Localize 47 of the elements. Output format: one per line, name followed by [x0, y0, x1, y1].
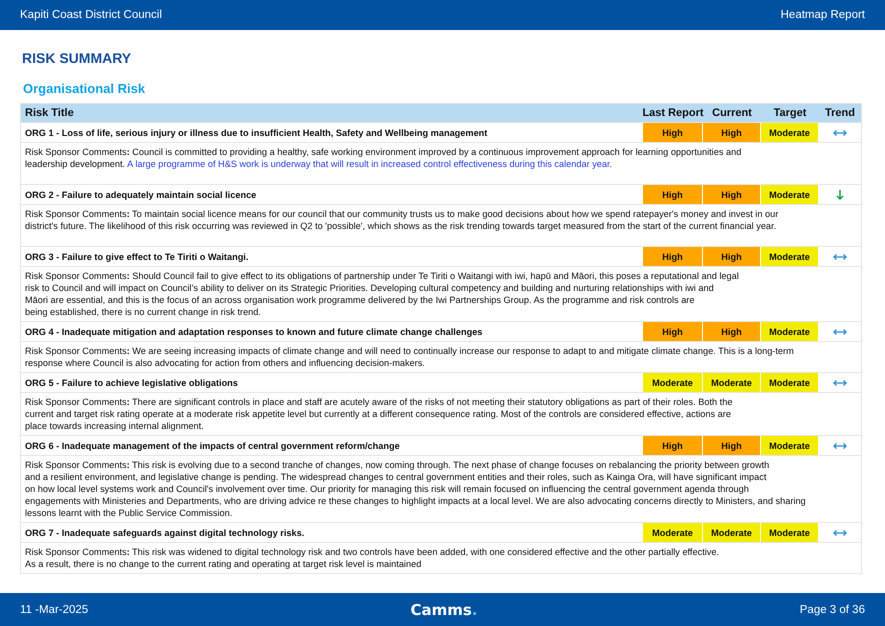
- column-header: Target: [772, 106, 808, 121]
- rating-badge: Moderate: [761, 436, 818, 455]
- rating-badge: High: [643, 436, 702, 455]
- rating-badge: High: [643, 322, 702, 341]
- column-header: Last Report: [643, 106, 703, 121]
- risk-comment: Risk Sponsor Comments: This risk was widened to digital technology risk and two controls have been added, with one considered effective and the other partially effective. As a result, there is no change to the current rating and operating at target risk level is maintained: [21, 542, 861, 573]
- risk-title: ORG 1 - Loss of life, serious injury or illness due to insufficient Health, Safety and Wellbeing management: [24, 126, 488, 140]
- column-header: Current: [711, 106, 753, 121]
- rating-badge: Moderate: [643, 373, 702, 392]
- rating-badge: High: [703, 322, 760, 341]
- risk-comment: Risk Sponsor Comments: Council is committed to providing a healthy, safe working environment improved by a continuous improvement approach for learning opportunities and leadership development. A large programme of H&S work is underway that will result in increased control effectiveness during this calendar year.: [21, 142, 861, 184]
- rating-badge: High: [643, 123, 702, 142]
- report-date: 11 -Mar-2025: [20, 604, 88, 616]
- risk-comment: Risk Sponsor Comments: This risk is evolving due to a second tranche of changes, now coming through. The next phase of change focuses on rebalancing the priority between growth and a resilient environment, and legislative change is pending. The widespread changes to central government entities and their roles, such as Kainga Ora, will have significant impact on how local level systems work and Council's involvement over time. Our priority for managing this risk will remain focused on influencing the central government agenda through engagements with Ministeries and Departments, who are driving advice re these changes to highlight impacts at a local level. We are also advocating concerns directly to Ministers, and sharing lessons learnt with the Public Service Commission.: [21, 455, 861, 522]
- rating-badge: High: [703, 247, 760, 266]
- rating-badge: Moderate: [761, 123, 818, 142]
- section-subtitle: Organisational Risk: [23, 81, 146, 96]
- risk-title: ORG 5 - Failure to achieve legislative obligations: [24, 376, 239, 390]
- column-header: Trend: [824, 106, 856, 121]
- page-number: Page 3 of 36: [800, 604, 865, 616]
- organisation-name: Kapiti Coast District Council: [20, 9, 162, 21]
- rating-badge: Moderate: [703, 523, 760, 542]
- rating-badge: Moderate: [643, 523, 702, 542]
- camms-logo: Camms.: [410, 600, 478, 618]
- risk-comment: Risk Sponsor Comments: To maintain social licence means for our council that our community trusts us to make good decisions about how we spend ratepayer's money and invest in our district's future. The likelihood of this risk occurring was reviewed in Q2 to 'possible', which shows as the risk trending towards target measured from the start of the current financial year.: [21, 204, 861, 246]
- risk-title: ORG 2 - Failure to adequately maintain social licence: [24, 188, 258, 202]
- risk-title: ORG 7 - Inadequate safeguards against digital technology risks.: [24, 526, 306, 540]
- rating-badge: High: [703, 436, 760, 455]
- risk-title: ORG 3 - Failure to give effect to Te Tiriti o Waitangi.: [24, 250, 250, 264]
- rating-badge: High: [643, 247, 702, 266]
- rating-badge: High: [643, 185, 702, 204]
- rating-badge: High: [703, 123, 760, 142]
- rating-badge: High: [703, 185, 760, 204]
- rating-badge: Moderate: [761, 322, 818, 341]
- column-header: Risk Title: [24, 106, 75, 121]
- risk-comment: Risk Sponsor Comments: There are significant controls in place and staff are acutely aware of the risks of not meeting their statutory obligations as part of their roles. Both the current and target risk rating operate at a moderate risk appetite level but currently at a different consequence rating. Most of the controls are considered effective, actions are place towards increasing internal alignment.: [21, 392, 861, 435]
- rating-badge: Moderate: [761, 373, 818, 392]
- risk-title: ORG 6 - Inadequate management of the impacts of central government reform/change: [24, 440, 401, 453]
- rating-badge: Moderate: [703, 373, 760, 392]
- rating-badge: Moderate: [761, 247, 818, 266]
- rating-badge: Moderate: [761, 523, 818, 542]
- risk-comment: Risk Sponsor Comments: Should Council fail to give effect to its obligations of partnership under Te Tiriti o Waitangi with iwi, hapū and Māori, this poses a reputational and legal risk to Council and will impact on Council’s ability to deliver on its Strategic Priorities. Developing cultural competency and building and nurturing relationships with iwi and Māori are essential, and this is the focus of an across organisation work programme delivered by the Iwi Partnerships Group. As the programme and risk controls are being established, there is no current change in risk trend.: [21, 266, 861, 321]
- risk-comment: Risk Sponsor Comments: We are seeing increasing impacts of climate change and will need to continually increase our response to adapt to and mitigate climate change. This is a long-term response where Council is also advocating for action from others and influencing decision-makers.: [21, 341, 861, 372]
- section-title: RISK SUMMARY: [22, 50, 132, 68]
- report-title: Heatmap Report: [780, 9, 865, 21]
- risk-title: ORG 4 - Inadequate mitigation and adaptation responses to known and future climate change challenges: [24, 326, 484, 339]
- rating-badge: Moderate: [761, 185, 818, 204]
